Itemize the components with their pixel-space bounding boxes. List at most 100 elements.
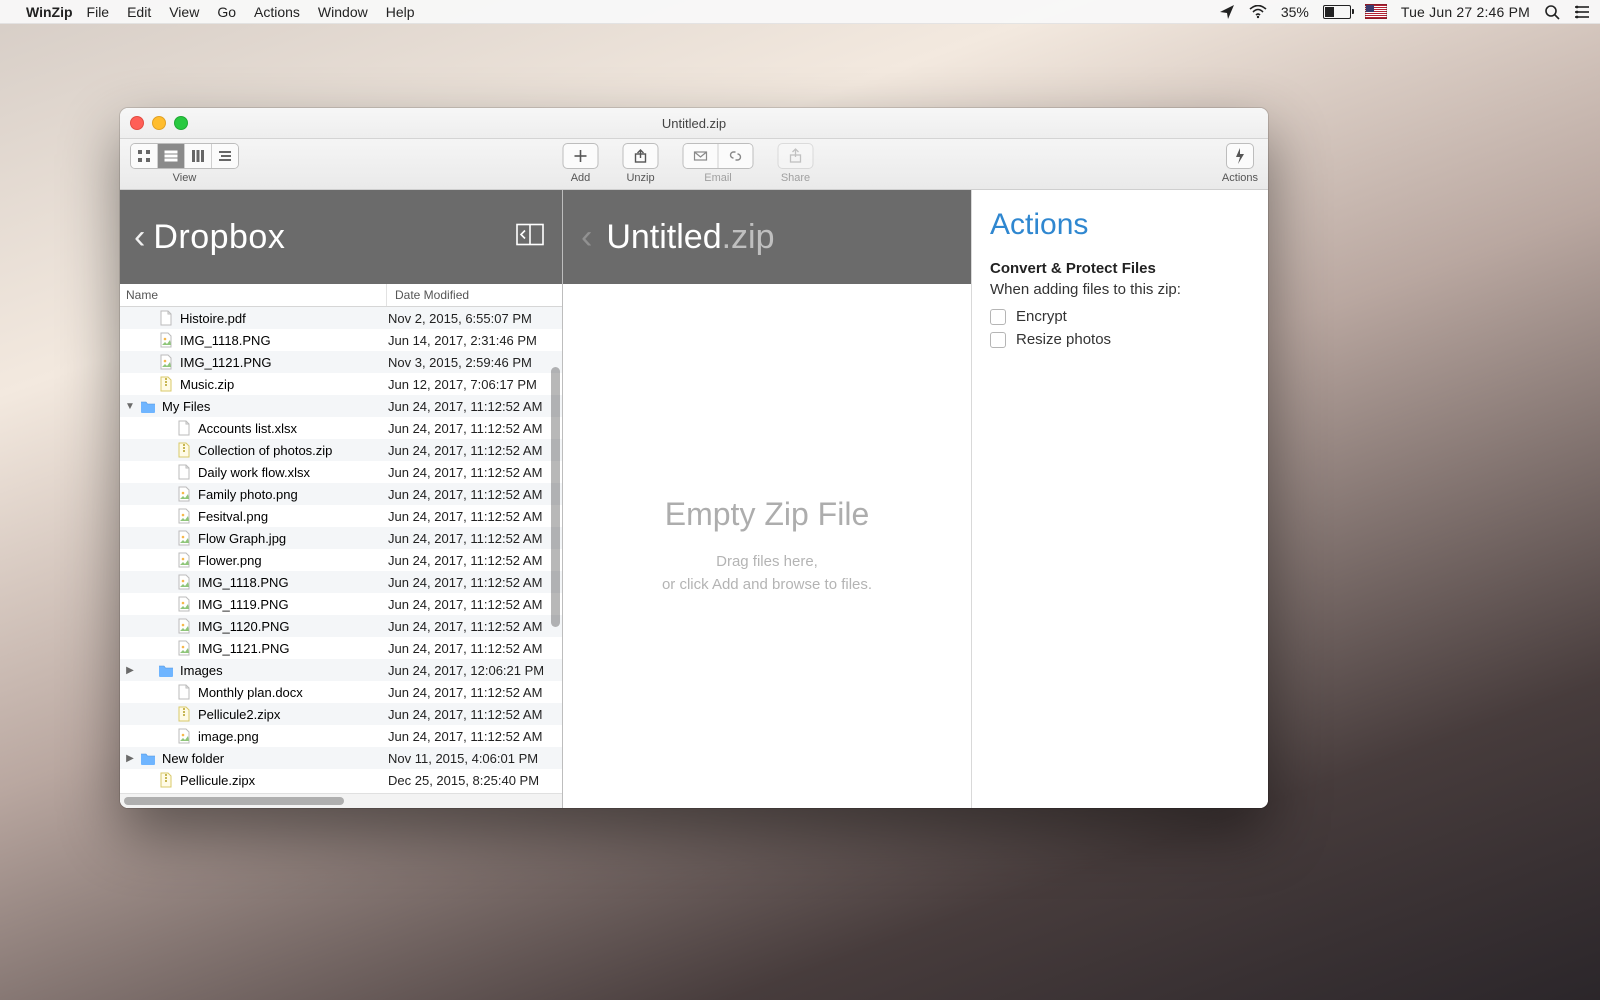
file-name: Flow Graph.jpg xyxy=(198,531,286,546)
img-icon xyxy=(176,530,192,546)
add-button[interactable] xyxy=(563,143,599,169)
file-row[interactable]: Daily work flow.xlsxJun 24, 2017, 11:12:… xyxy=(120,461,562,483)
menu-edit[interactable]: Edit xyxy=(127,4,151,20)
img-icon xyxy=(158,332,174,348)
menu-file[interactable]: File xyxy=(87,4,110,20)
file-row[interactable]: IMG_1121.PNGNov 3, 2015, 2:59:46 PM xyxy=(120,351,562,373)
disclosure-triangle-icon[interactable]: ▶ xyxy=(124,753,136,764)
file-row[interactable]: ▶ImagesJun 24, 2017, 12:06:21 PM xyxy=(120,659,562,681)
file-row[interactable]: IMG_1118.PNGJun 24, 2017, 11:12:52 AM xyxy=(120,571,562,593)
zip-drop-area[interactable]: Empty Zip File Drag files here, or click… xyxy=(563,284,971,808)
file-row[interactable]: Family photo.pngJun 24, 2017, 11:12:52 A… xyxy=(120,483,562,505)
share-label: Share xyxy=(781,172,810,184)
file-row[interactable]: image.pngJun 24, 2017, 11:12:52 AM xyxy=(120,725,562,747)
file-row[interactable]: IMG_1120.PNGJun 24, 2017, 11:12:52 AM xyxy=(120,615,562,637)
file-date: Nov 3, 2015, 2:59:46 PM xyxy=(380,355,562,370)
menu-help[interactable]: Help xyxy=(386,4,415,20)
close-window-button[interactable] xyxy=(130,116,144,130)
notification-center-icon[interactable] xyxy=(1574,5,1590,19)
img-icon xyxy=(176,596,192,612)
horizontal-scrollbar-track[interactable] xyxy=(120,793,562,808)
file-row[interactable]: Pellicule2.zipx Jun 24, 2017, 11:12:52 AM xyxy=(120,703,562,725)
zip-back-chevron-icon: ‹ xyxy=(581,218,592,257)
pane-toggle-icon[interactable] xyxy=(516,224,544,251)
file-row[interactable]: Fesitval.pngJun 24, 2017, 11:12:52 AM xyxy=(120,505,562,527)
actions-toggle-button[interactable] xyxy=(1226,143,1254,169)
view-list[interactable] xyxy=(158,144,185,168)
window-titlebar[interactable]: Untitled.zip xyxy=(120,108,1268,139)
back-chevron-icon[interactable]: ‹ xyxy=(134,220,145,254)
file-row[interactable]: ▼My FilesJun 24, 2017, 11:12:52 AM xyxy=(120,395,562,417)
actions-pane: Actions Convert & Protect Files When add… xyxy=(972,190,1268,808)
vertical-scrollbar[interactable] xyxy=(551,367,560,627)
zip-pane: ‹ Untitled.zip Empty Zip File Drag files… xyxy=(563,190,972,808)
menu-window[interactable]: Window xyxy=(318,4,368,20)
menu-actions[interactable]: Actions xyxy=(254,4,300,20)
file-name: IMG_1118.PNG xyxy=(198,575,289,590)
view-gallery[interactable] xyxy=(212,144,238,168)
file-date: Dec 25, 2015, 8:25:40 PM xyxy=(380,773,562,788)
column-date[interactable]: Date Modified xyxy=(387,284,562,306)
encrypt-checkbox[interactable]: Encrypt xyxy=(990,308,1250,325)
add-label: Add xyxy=(571,172,591,184)
window-title: Untitled.zip xyxy=(662,116,726,131)
actions-desc: When adding files to this zip: xyxy=(990,281,1250,298)
file-row[interactable]: Pellicule.zipxDec 25, 2015, 8:25:40 PM xyxy=(120,769,562,791)
file-date: Jun 24, 2017, 11:12:52 AM xyxy=(380,443,562,458)
actions-subtitle: Convert & Protect Files xyxy=(990,260,1250,277)
folder-icon xyxy=(140,750,156,766)
file-row[interactable]: IMG_1119.PNGJun 24, 2017, 11:12:52 AM xyxy=(120,593,562,615)
file-row[interactable]: Collection of photos.zip Jun 24, 2017, 11… xyxy=(120,439,562,461)
file-date: Jun 24, 2017, 11:12:52 AM xyxy=(380,729,562,744)
file-row[interactable]: Flow Graph.jpgJun 24, 2017, 11:12:52 AM xyxy=(120,527,562,549)
file-name: Flower.png xyxy=(198,553,262,568)
file-row[interactable]: Histoire.pdfNov 2, 2015, 6:55:07 PM xyxy=(120,307,562,329)
file-date: Jun 12, 2017, 7:06:17 PM xyxy=(380,377,562,392)
menubar-clock[interactable]: Tue Jun 27 2:46 PM xyxy=(1401,4,1530,20)
view-icon-grid[interactable] xyxy=(131,144,158,168)
file-row[interactable]: Flower.pngJun 24, 2017, 11:12:52 AM xyxy=(120,549,562,571)
file-name: IMG_1120.PNG xyxy=(198,619,290,634)
file-row[interactable]: Music.zipJun 12, 2017, 7:06:17 PM xyxy=(120,373,562,395)
file-row[interactable]: Monthly plan.docxJun 24, 2017, 11:12:52 … xyxy=(120,681,562,703)
file-name: Collection of photos.zip xyxy=(198,443,332,458)
unzip-button[interactable] xyxy=(623,143,659,169)
file-browser-pane: ‹ Dropbox Name Date Modified Histoire.pd… xyxy=(120,190,563,808)
zip-name: Untitled xyxy=(606,218,721,257)
input-source-flag-icon[interactable] xyxy=(1365,4,1387,19)
disclosure-triangle-icon[interactable]: ▶ xyxy=(124,665,136,676)
menu-view[interactable]: View xyxy=(169,4,199,20)
file-name: Pellicule2.zipx xyxy=(198,707,280,722)
file-list[interactable]: Histoire.pdfNov 2, 2015, 6:55:07 PMIMG_1… xyxy=(120,307,562,793)
link-button[interactable] xyxy=(719,144,753,168)
menu-go[interactable]: Go xyxy=(217,4,236,20)
img-icon xyxy=(176,486,192,502)
wifi-icon[interactable] xyxy=(1249,5,1267,19)
file-row[interactable]: ▶New folderNov 11, 2015, 4:06:01 PM xyxy=(120,747,562,769)
img-icon xyxy=(176,618,192,634)
file-row[interactable]: Accounts list.xlsxJun 24, 2017, 11:12:52… xyxy=(120,417,562,439)
file-date: Jun 24, 2017, 11:12:52 AM xyxy=(380,707,562,722)
resize-photos-checkbox[interactable]: Resize photos xyxy=(990,331,1250,348)
app-name[interactable]: WinZip xyxy=(26,4,73,20)
column-headers[interactable]: Name Date Modified xyxy=(120,284,562,307)
doc-icon xyxy=(158,310,174,326)
file-row[interactable]: IMG_1118.PNGJun 14, 2017, 2:31:46 PM xyxy=(120,329,562,351)
battery-icon[interactable] xyxy=(1323,5,1351,19)
minimize-window-button[interactable] xyxy=(152,116,166,130)
location-arrow-icon[interactable] xyxy=(1219,4,1235,20)
spotlight-icon[interactable] xyxy=(1544,4,1560,20)
share-button[interactable] xyxy=(778,143,814,169)
horizontal-scrollbar-thumb[interactable] xyxy=(124,797,344,805)
file-name: IMG_1121.PNG xyxy=(198,641,290,656)
column-name[interactable]: Name xyxy=(120,284,387,306)
file-row[interactable]: IMG_1121.PNGJun 24, 2017, 11:12:52 AM xyxy=(120,637,562,659)
email-button[interactable] xyxy=(684,144,719,168)
disclosure-triangle-icon[interactable]: ▼ xyxy=(124,401,136,412)
zoom-window-button[interactable] xyxy=(174,116,188,130)
doc-icon xyxy=(176,420,192,436)
toolbar-view-label: View xyxy=(173,172,197,184)
file-date: Jun 24, 2017, 11:12:52 AM xyxy=(380,399,562,414)
doc-icon xyxy=(176,464,192,480)
view-columns[interactable] xyxy=(185,144,212,168)
